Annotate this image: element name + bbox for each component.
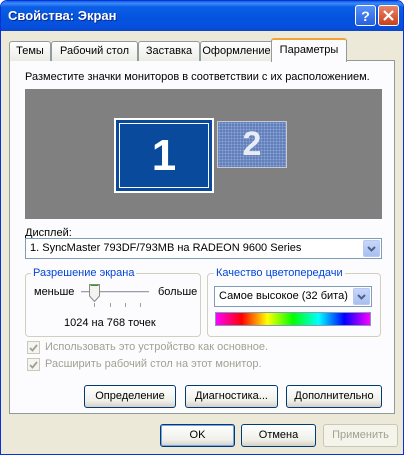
close-icon (383, 10, 394, 21)
primary-device-label: Использовать это устройство как основное… (45, 341, 269, 353)
title-bar[interactable]: Свойства: Экран ? (1, 1, 403, 31)
checkmark-icon (29, 360, 38, 369)
tab-screensaver[interactable]: Заставка (138, 41, 200, 61)
tab-appearance[interactable]: Оформление (200, 41, 273, 61)
display-properties-window: Свойства: Экран ? Темы Рабочий стол Заст… (0, 0, 404, 455)
monitor-instruction: Разместите значки мониторов в соответств… (25, 71, 370, 83)
chevron-down-icon[interactable] (363, 240, 380, 257)
monitor-2-number: 2 (242, 125, 262, 163)
ok-button[interactable]: OK (160, 424, 235, 447)
cancel-button[interactable]: Отмена (241, 424, 316, 447)
checkmark-icon (29, 343, 38, 352)
tab-themes[interactable]: Темы (9, 41, 51, 61)
resolution-value: 1024 на 768 точек (64, 317, 156, 329)
color-quality-select[interactable]: Самое высокое (32 бита) (214, 286, 372, 307)
advanced-button[interactable]: Дополнительно (286, 385, 382, 408)
primary-device-checkbox[interactable] (27, 341, 40, 354)
tab-settings[interactable]: Параметры (271, 38, 347, 62)
help-button[interactable]: ? (355, 5, 376, 26)
color-preview-bar (215, 312, 371, 326)
resolution-slider-thumb[interactable] (89, 284, 100, 302)
monitor-1-number: 1 (151, 130, 177, 180)
resolution-more-label: больше (158, 286, 198, 298)
display-select-value: 1. SyncMaster 793DF/793MB на RADEON 9600… (30, 242, 302, 254)
identify-button[interactable]: Определение (84, 385, 176, 408)
display-select[interactable]: 1. SyncMaster 793DF/793MB на RADEON 9600… (25, 238, 382, 259)
extend-desktop-checkbox[interactable] (27, 358, 40, 371)
color-quality-select-value: Самое высокое (32 бита) (219, 290, 348, 302)
monitor-2-icon[interactable]: 2 (217, 121, 287, 168)
troubleshoot-button[interactable]: Диагностика... (185, 385, 278, 408)
extend-desktop-label: Расширить рабочий стол на этот монитор. (45, 358, 262, 370)
apply-button[interactable]: Применить (323, 424, 398, 447)
resolution-group-title: Разрешение экрана (31, 267, 137, 279)
resolution-less-label: меньше (34, 286, 75, 298)
question-icon: ? (361, 7, 370, 24)
close-button[interactable] (378, 5, 399, 26)
tab-desktop[interactable]: Рабочий стол (51, 41, 138, 61)
monitor-1-icon[interactable]: 1 (114, 118, 214, 193)
window-title: Свойства: Экран (8, 8, 117, 23)
color-quality-group-title: Качество цветопередачи (214, 267, 345, 279)
chevron-down-icon[interactable] (353, 288, 370, 305)
